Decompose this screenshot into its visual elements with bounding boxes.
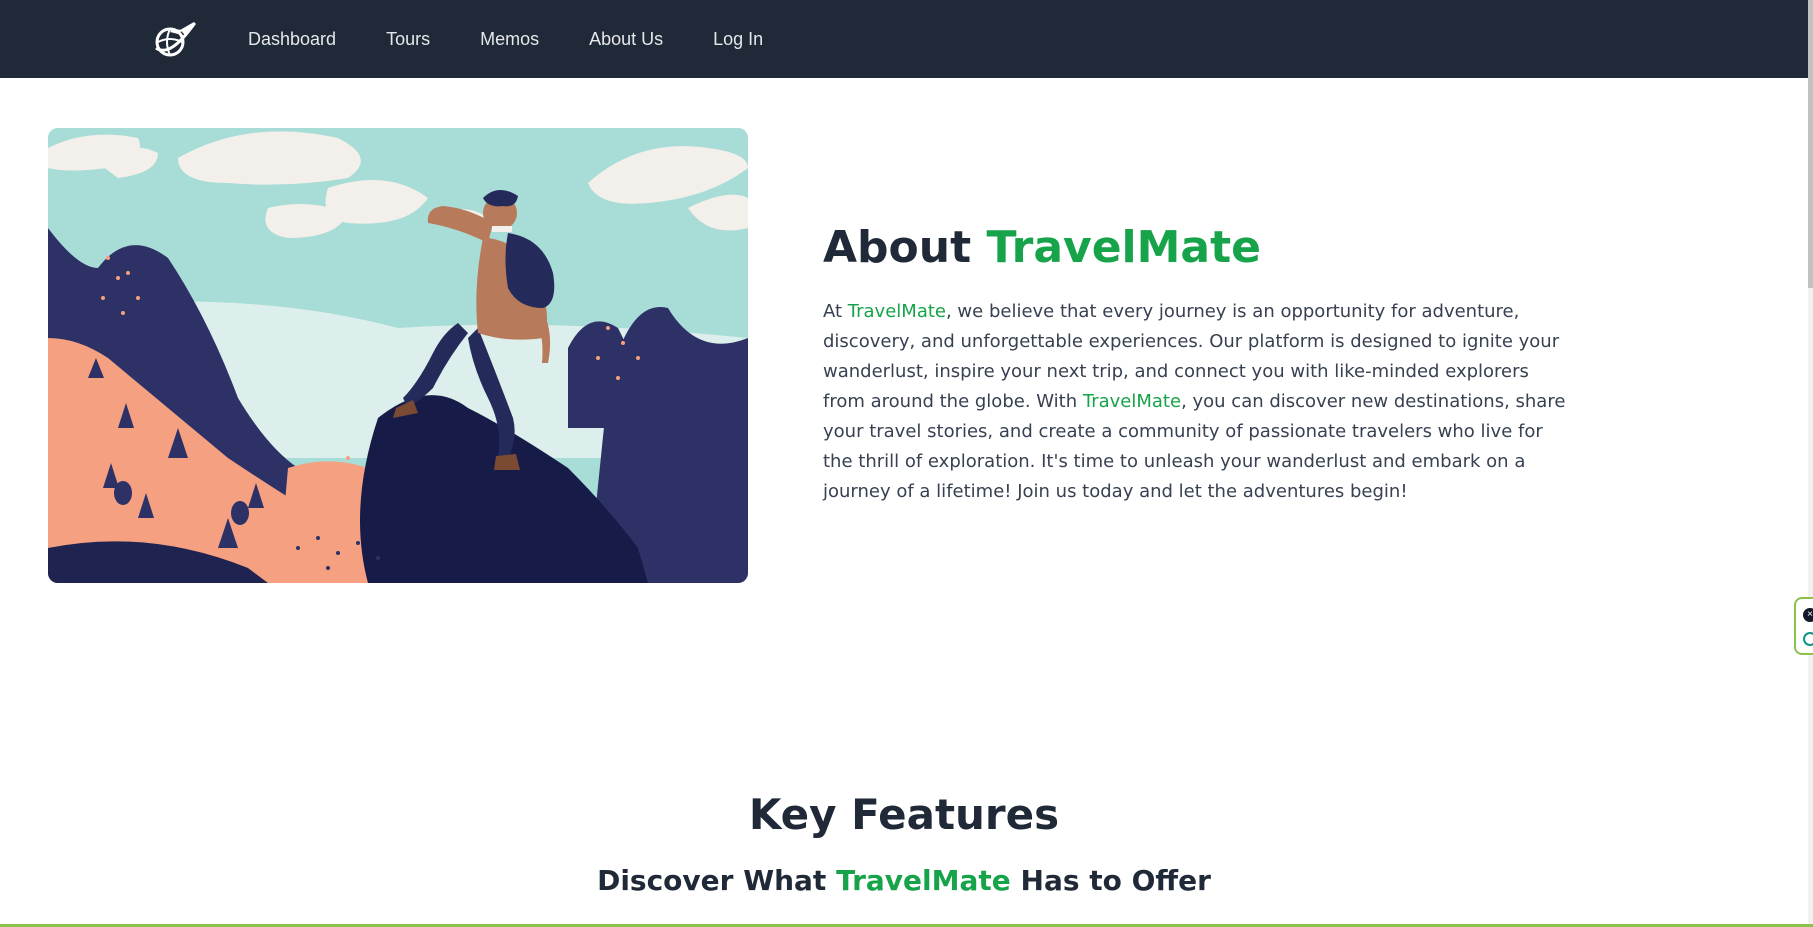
top-navbar: Dashboard Tours Memos About Us Log In [0,0,1808,78]
scrollbar-thumb[interactable] [1808,0,1813,288]
extension-icon[interactable] [1803,632,1813,646]
subtitle-brand: TravelMate [836,864,1011,897]
about-title: About TravelMate [823,222,1583,275]
about-text-part1: At [823,300,848,322]
brand-mention-2: TravelMate [1082,390,1182,412]
nav-links: Dashboard Tours Memos About Us Log In [248,0,813,78]
vertical-scrollbar[interactable] [1808,0,1813,927]
nav-tours[interactable]: Tours [386,29,430,50]
brand-mention: TravelMate [847,300,946,322]
about-description: At TravelMate, we believe that every jou… [823,297,1575,507]
subtitle-suffix: Has to Offer [1010,864,1211,897]
nav-memos[interactable]: Memos [480,29,539,50]
key-features-subtitle: Discover What TravelMate Has to Offer [0,864,1808,897]
subtitle-prefix: Discover What [597,864,837,897]
close-icon[interactable]: × [1803,608,1813,622]
nav-dashboard[interactable]: Dashboard [248,29,336,50]
nav-log-in[interactable]: Log In [713,29,763,50]
about-title-prefix: About [823,222,987,273]
about-section: About TravelMate At TravelMate, we belie… [823,222,1583,507]
nav-about-us[interactable]: About Us [589,29,663,50]
extension-widget[interactable]: × [1794,597,1813,655]
airplane-globe-icon[interactable] [150,18,198,60]
key-features-title: Key Features [748,790,1060,839]
hiker-illustration [48,128,748,583]
about-title-brand: TravelMate [986,222,1261,273]
page: Dashboard Tours Memos About Us Log In Ab… [0,0,1813,927]
